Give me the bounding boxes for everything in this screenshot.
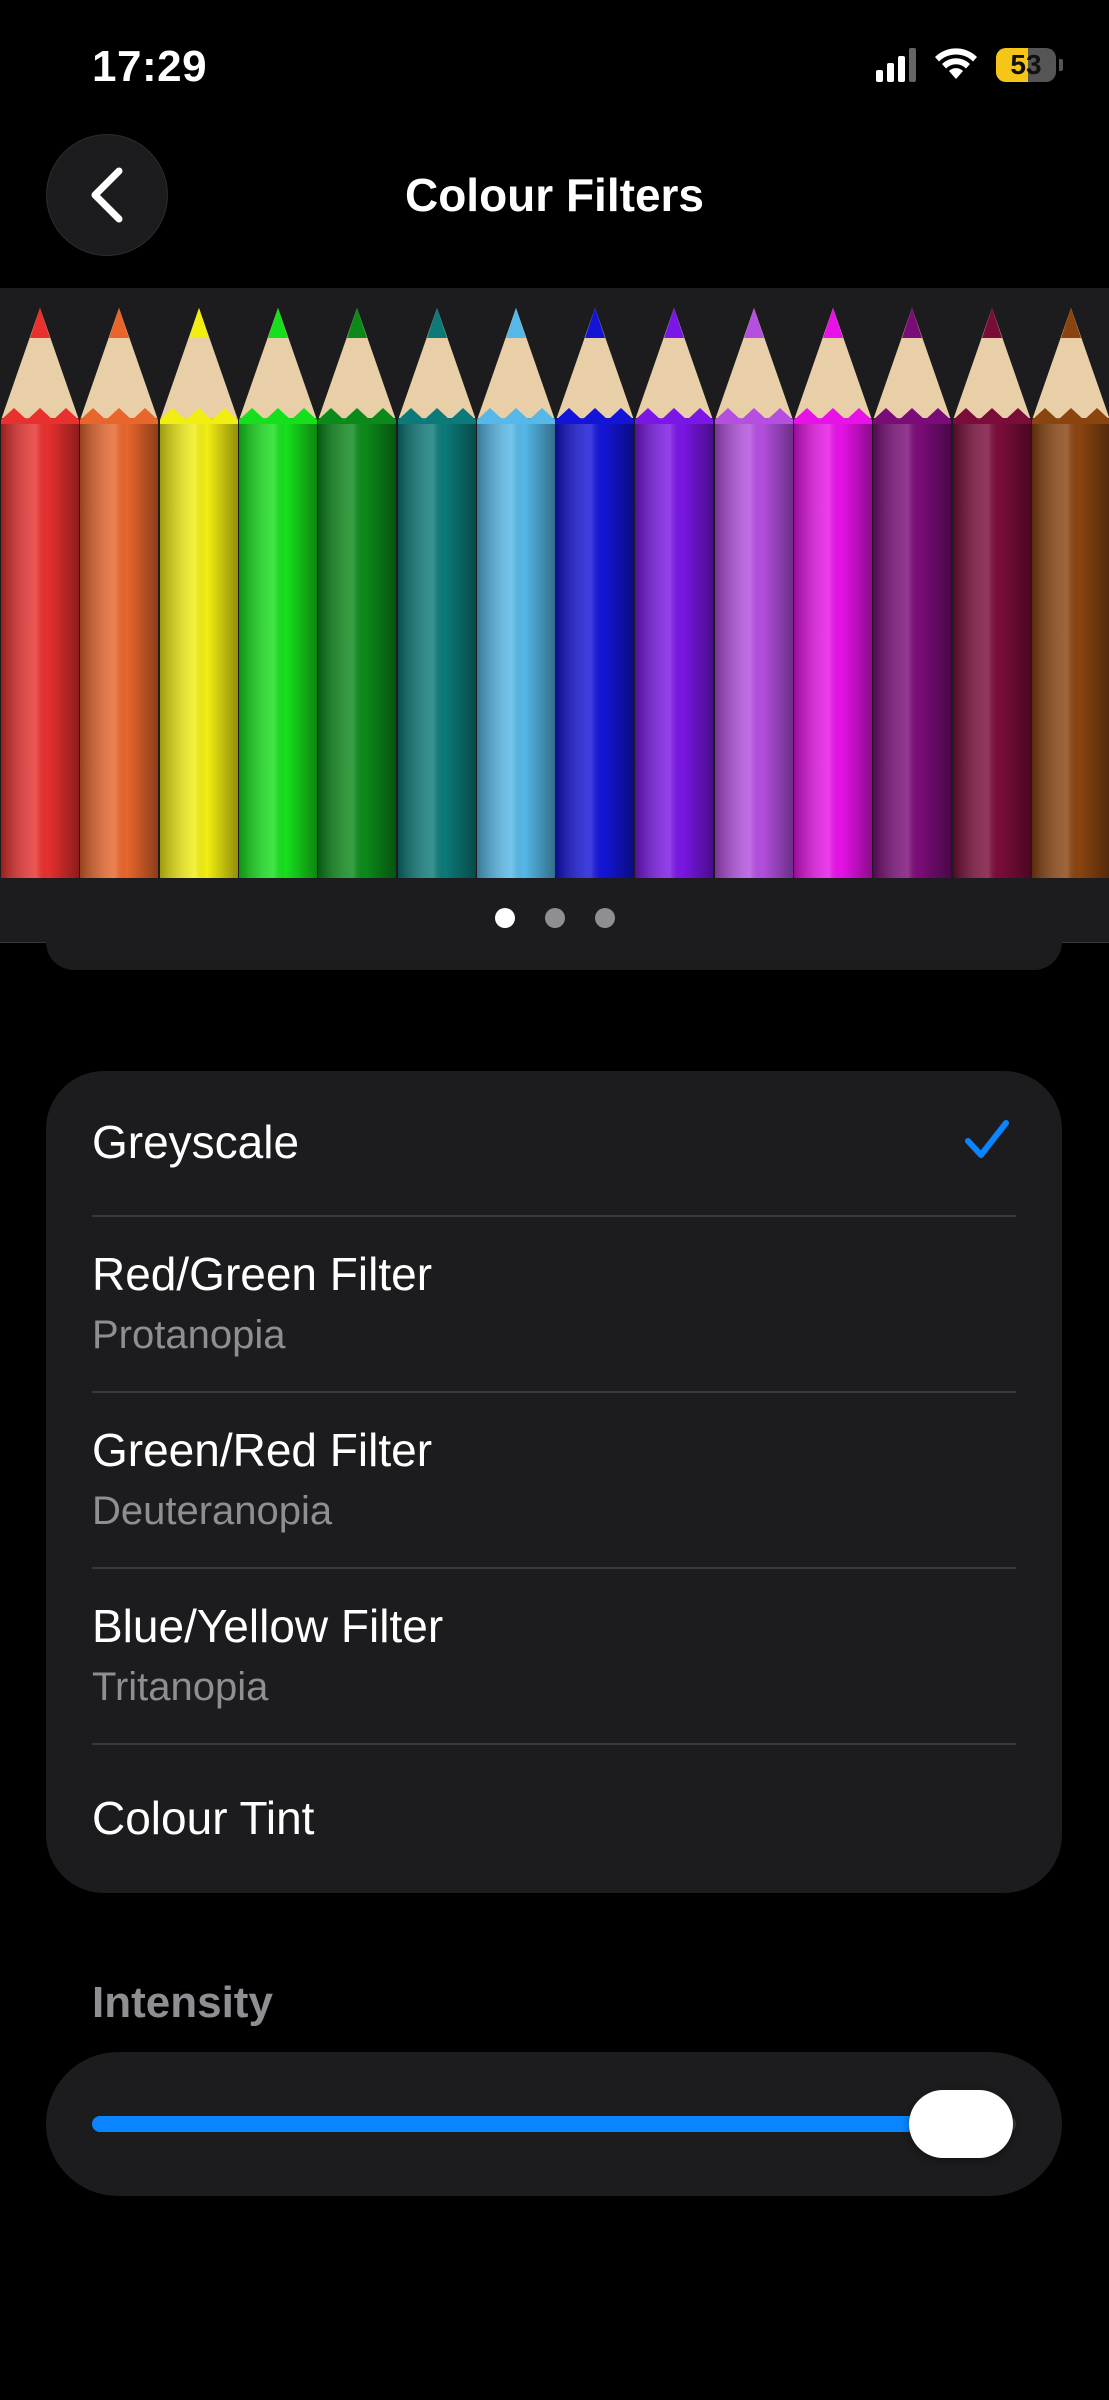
filter-option-subtitle: Protanopia [92,1313,286,1357]
filter-option-subtitle: Deuteranopia [92,1489,333,1533]
pencil [238,308,318,878]
cellular-signal-icon [876,48,916,82]
filter-option-label: Blue/Yellow Filter [92,1600,444,1652]
filter-option-colour-tint[interactable]: Colour Tint [46,1745,1062,1893]
pencil [79,308,159,878]
wifi-icon [935,48,977,79]
intensity-header: Intensity [92,1978,273,2027]
battery-level: 53 [1010,49,1042,80]
pencil [159,308,239,878]
battery-icon: 53 [996,48,1056,82]
pencil [872,308,952,878]
status-bar: 17:29 53 [0,0,1109,130]
filter-option-subtitle: Tritanopia [92,1665,269,1709]
filter-option-red-green[interactable]: Red/Green Filter Protanopia [46,1217,1062,1393]
pencil [476,308,556,878]
page-dot[interactable] [494,908,515,928]
pencil [952,308,1032,878]
pencil [317,308,397,878]
filter-option-label: Red/Green Filter [92,1248,433,1300]
filter-option-label: Green/Red Filter [92,1424,433,1476]
intensity-slider-thumb[interactable] [908,2090,1013,2158]
filter-option-blue-yellow[interactable]: Blue/Yellow Filter Tritanopia [46,1569,1062,1745]
pencil [1031,308,1109,878]
filter-option-greyscale[interactable]: Greyscale [46,1071,1062,1217]
filter-option-label: Colour Tint [92,1792,315,1844]
status-icons: 53 [876,48,1063,82]
intensity-slider-card [46,2052,1062,2196]
page-indicator[interactable] [0,908,1109,928]
filter-preview-carousel[interactable] [0,288,1109,943]
page-title: Colour Filters [404,169,705,221]
pencil [0,308,80,878]
filter-options-list: Greyscale Red/Green Filter Protanopia Gr… [46,1071,1062,1893]
status-time: 17:29 [92,42,208,91]
pencil [634,308,714,878]
colored-pencils-image [0,288,1109,878]
page-dot[interactable] [594,908,615,928]
pencil [397,308,477,878]
intensity-slider-fill [92,2116,961,2132]
intensity-slider[interactable] [92,2090,1016,2158]
pencil [714,308,794,878]
filter-option-green-red[interactable]: Green/Red Filter Deuteranopia [46,1393,1062,1569]
filter-option-label: Greyscale [92,1116,300,1168]
pencil [793,308,873,878]
checkmark-icon [965,1120,1009,1158]
page-dot[interactable] [544,908,565,928]
pencil [555,308,635,878]
card-peek [46,942,1062,970]
